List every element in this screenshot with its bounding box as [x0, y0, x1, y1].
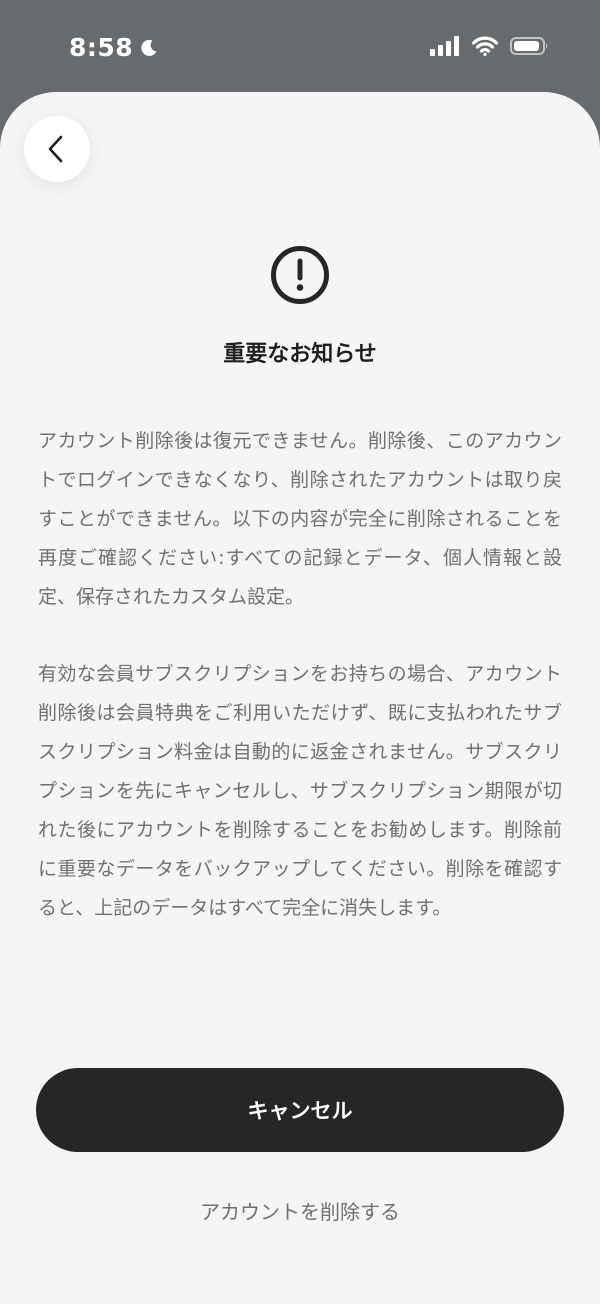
status-icons [430, 36, 550, 56]
notice-title: 重要なお知らせ [223, 342, 377, 367]
signal-icon [430, 36, 459, 56]
status-time-text: 8:58 [69, 33, 134, 62]
wifi-icon [472, 36, 498, 56]
alert-icon [271, 246, 329, 304]
chevron-left-icon [48, 135, 63, 163]
notice-body: アカウント削除後は復元できません。削除後、このアカウントでログインできなくなり、… [38, 422, 562, 928]
status-time: 8:58 [69, 33, 159, 62]
delete-account-button[interactable]: アカウントを削除する [0, 1196, 600, 1225]
cancel-button[interactable]: キャンセル [36, 1068, 564, 1152]
status-bar: 8:58 [0, 0, 600, 92]
notice-paragraph-1: アカウント削除後は復元できません。削除後、このアカウントでログインできなくなり、… [38, 430, 562, 608]
moon-icon [141, 39, 157, 56]
notice-sheet: 重要なお知らせ アカウント削除後は復元できません。削除後、このアカウントでログイ… [0, 92, 600, 1304]
notice-paragraph-2: 有効な会員サブスクリプションをお持ちの場合、アカウント削除後は会員特典をご利用い… [38, 663, 562, 919]
back-button[interactable] [24, 116, 90, 182]
battery-icon [510, 37, 548, 55]
